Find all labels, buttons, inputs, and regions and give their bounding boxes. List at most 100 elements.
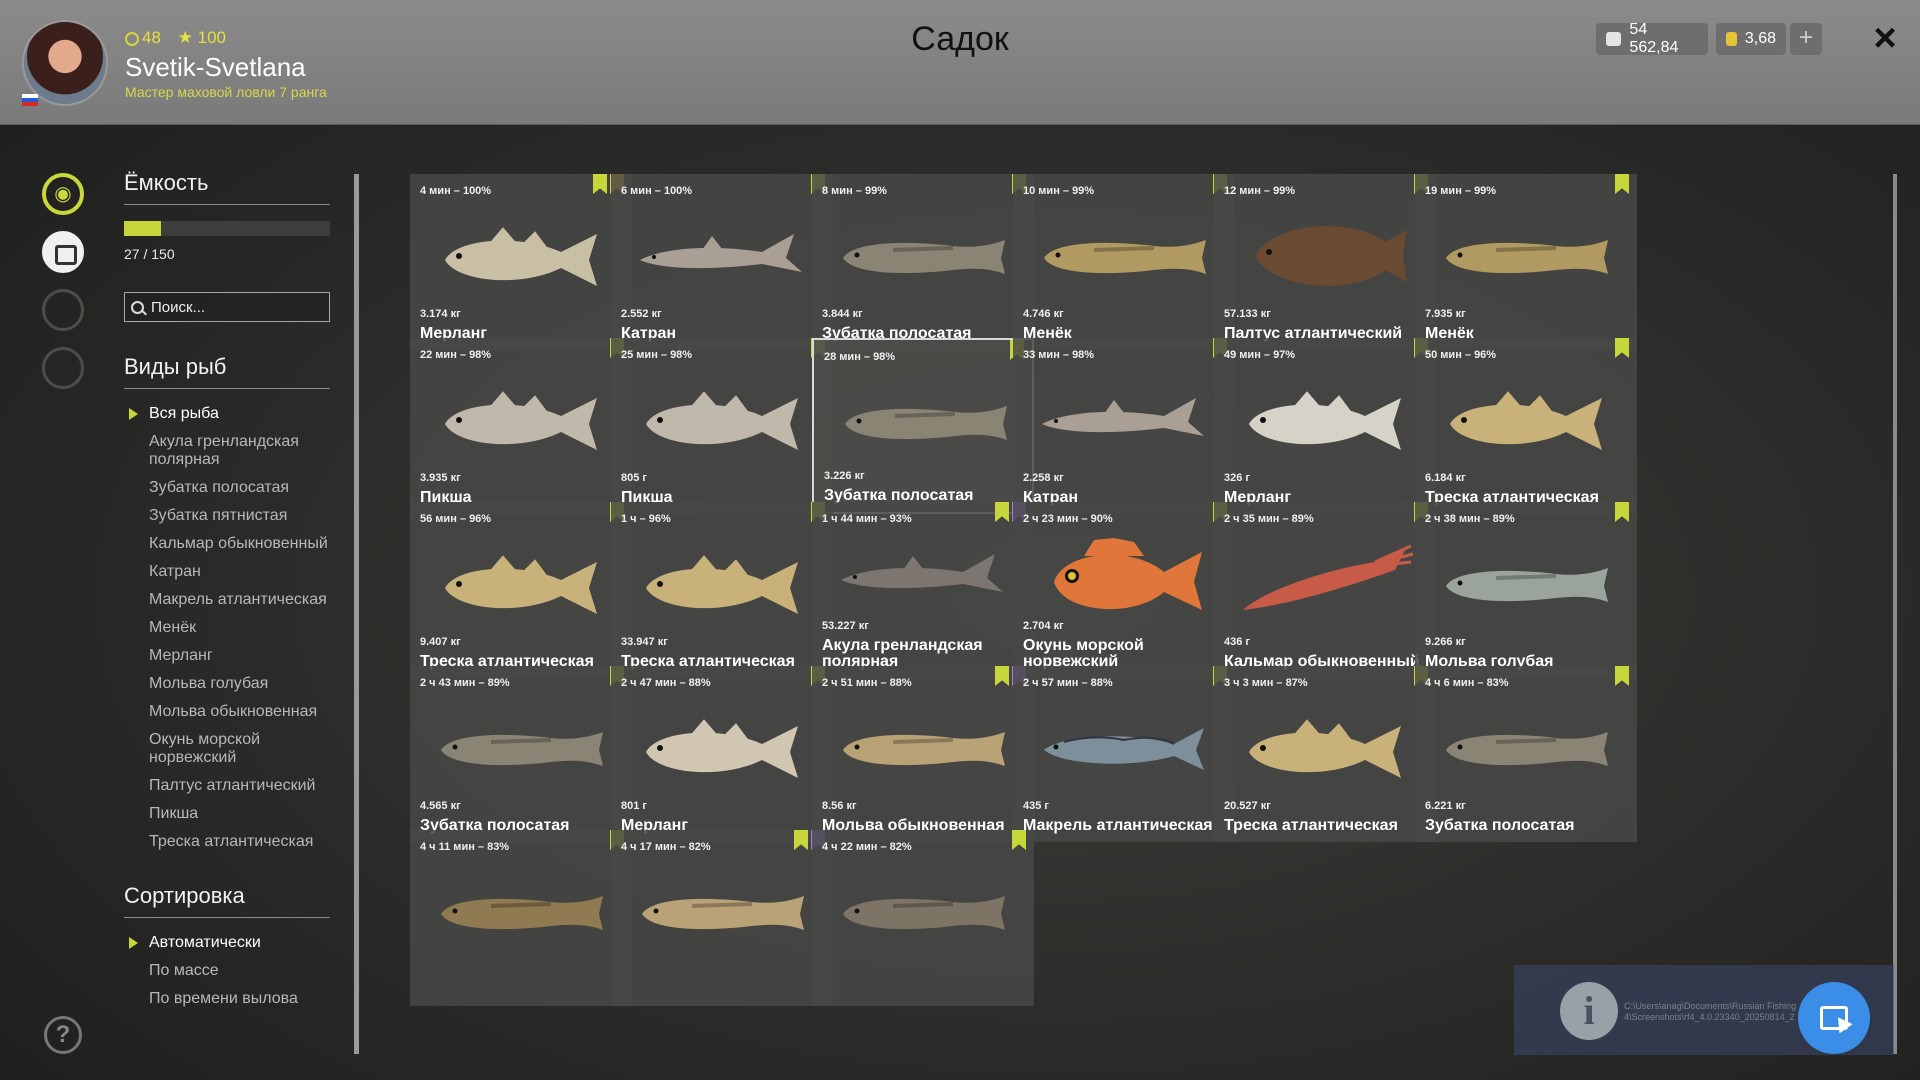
fish-image <box>646 719 798 778</box>
fish-name: Макрель атлантическая <box>1023 817 1213 834</box>
species-item[interactable]: Макрель атлантическая <box>124 591 330 609</box>
catch-time: 4 ч 22 мин – 82% <box>822 841 912 853</box>
sort-item[interactable]: Автоматически <box>124 934 330 952</box>
fish-card[interactable]: 4 ч 22 мин – 82% <box>812 830 1034 1006</box>
fish-image <box>646 391 798 450</box>
catch-time: 49 мин – 97% <box>1224 349 1296 361</box>
fish-image <box>1446 568 1608 602</box>
fish-card[interactable]: 1 ч – 96% 33.947 кг Треска атлантическая <box>611 502 833 678</box>
fish-image <box>1446 240 1608 274</box>
fish-card[interactable]: 2 ч 57 мин – 88% 435 г Макрель атлантичес… <box>1013 666 1235 842</box>
gold-value: 3,68 <box>1744 30 1776 47</box>
fish-card[interactable]: 4 ч 6 мин – 83% 6.221 кг Зубатка полосата… <box>1415 666 1637 842</box>
fish-weight: 6.184 кг <box>1425 472 1466 484</box>
catch-time: 33 мин – 98% <box>1023 349 1095 361</box>
gold-coin-icon <box>1726 32 1737 46</box>
fish-card[interactable]: 19 мин – 99% 7.935 кг Менёк <box>1415 174 1637 350</box>
keepnet-icon[interactable] <box>42 231 84 273</box>
species-item[interactable]: Мольва голубая <box>124 675 330 693</box>
catch-time: 6 мин – 100% <box>621 185 693 197</box>
fish-image <box>845 406 1007 440</box>
species-item[interactable]: Палтус атлантический <box>124 777 330 795</box>
fish-card[interactable]: 33 мин – 98% 2.258 кг Катран <box>1013 338 1235 514</box>
species-item[interactable]: Окунь морской норвежский <box>124 731 330 767</box>
capacity-text: 27 / 150 <box>124 246 175 262</box>
fish-card[interactable]: 50 мин – 96% 6.184 кг Треска атлантическа… <box>1415 338 1637 514</box>
fish-weight: 4.746 кг <box>1023 308 1064 320</box>
fish-card[interactable]: 8 мин – 99% 3.844 кг Зубатка полосатая <box>812 174 1034 350</box>
house-icon[interactable] <box>42 347 84 389</box>
species-title: Виды рыб <box>124 354 330 389</box>
species-item[interactable]: Катран <box>124 563 330 581</box>
fish-image <box>441 896 603 930</box>
species-item[interactable]: Зубатка пятнистая <box>124 507 330 525</box>
fish-card[interactable]: 49 мин – 97% 326 г Мерланг <box>1214 338 1436 514</box>
fish-card[interactable]: 25 мин – 98% 805 г Пикша <box>611 338 833 514</box>
fish-card[interactable]: 2 ч 51 мин – 88% 8.56 кг Мольва обыкновен… <box>812 666 1034 842</box>
species-item[interactable]: Мерланг <box>124 647 330 665</box>
search-input[interactable]: Поиск... <box>124 292 330 322</box>
gold-balance: 3,68 <box>1716 23 1786 55</box>
fish-image <box>441 732 603 766</box>
fish-card[interactable]: 10 мин – 99% 4.746 кг Менёк <box>1013 174 1235 350</box>
sort-label: По массе <box>149 962 219 979</box>
species-item[interactable]: Кальмар обыкновенный <box>124 535 330 553</box>
species-item[interactable]: Акула гренландская полярная <box>124 433 330 469</box>
sort-item[interactable]: По массе <box>124 962 330 980</box>
green-bookmark-icon <box>1615 338 1629 358</box>
fish-card[interactable]: 2 ч 43 мин – 89% 4.565 кг Зубатка полосат… <box>410 666 632 842</box>
fish-card[interactable]: 56 мин – 96% 9.407 кг Треска атлантическа… <box>410 502 632 678</box>
screenshot-path: C:\Users\anag\Documents\Russian Fishing … <box>1624 1001 1797 1022</box>
filter-panel: Ёмкость 27 / 150 Поиск... Виды рыб Вся р… <box>124 170 330 1018</box>
species-item[interactable]: Мольва обыкновенная <box>124 703 330 721</box>
add-currency-button[interactable]: + <box>1790 23 1822 55</box>
species-item[interactable]: Пикша <box>124 805 330 823</box>
species-label: Зубатка пятнистая <box>149 507 288 524</box>
species-item[interactable]: Менёк <box>124 619 330 637</box>
fish-icon[interactable]: ◉ <box>42 173 84 215</box>
fish-card[interactable]: 4 ч 11 мин – 83% <box>410 830 632 1006</box>
fish-weight: 326 г <box>1224 472 1250 484</box>
home-icon[interactable] <box>42 289 84 331</box>
species-item[interactable]: Треска атлантическая <box>124 833 330 851</box>
catch-time: 4 мин – 100% <box>420 185 492 197</box>
close-button[interactable]: × <box>1865 18 1905 58</box>
fish-card[interactable]: 12 мин – 99% 57.133 кг Палтус атлантическ… <box>1214 174 1436 350</box>
species-label: Мольва голубая <box>149 675 269 692</box>
species-label: Палтус атлантический <box>149 777 316 794</box>
fish-card[interactable]: 2 ч 35 мин – 89% 436 г Кальмар обыкновенн… <box>1214 502 1436 678</box>
fish-card[interactable]: 28 мин – 98% 3.226 кг Зубатка полосатая <box>812 338 1034 514</box>
fish-card[interactable]: 4 ч 17 мин – 82% <box>611 830 833 1006</box>
catch-time: 12 мин – 99% <box>1224 185 1296 197</box>
sidebar-scrollbar[interactable] <box>354 174 359 1054</box>
fish-weight: 53.227 кг <box>822 620 869 632</box>
fish-card[interactable]: 2 ч 38 мин – 89% 9.266 кг Мольва голубая <box>1415 502 1637 678</box>
fish-weight: 7.935 кг <box>1425 308 1466 320</box>
fish-card[interactable]: 1 ч 44 мин – 93% 53.227 кг Акула гренланд… <box>812 502 1034 678</box>
fish-image <box>1446 732 1608 766</box>
fish-card[interactable]: 4 мин – 100% 3.174 кг Мерланг <box>410 174 632 350</box>
green-bookmark-icon <box>1012 830 1026 850</box>
fish-card[interactable]: 22 мин – 98% 3.935 кг Пикша <box>410 338 632 514</box>
fish-weight: 4.565 кг <box>420 800 461 812</box>
selected-triangle-icon <box>129 408 138 420</box>
fish-weight: 2.704 кг <box>1023 620 1064 632</box>
fish-card[interactable]: 2 ч 23 мин – 90% 2.704 кг Окунь морской н… <box>1013 502 1235 678</box>
fish-weight: 3.226 кг <box>824 470 865 482</box>
fish-card[interactable]: 3 ч 3 мин – 87% 20.527 кг Треска атлантич… <box>1214 666 1436 842</box>
rank-text: Мастер маховой ловли 7 ранга <box>125 84 327 100</box>
sort-item[interactable]: По времени вылова <box>124 990 330 1008</box>
fish-card[interactable]: 6 мин – 100% 2.552 кг Катран <box>611 174 833 350</box>
species-item[interactable]: Зубатка полосатая <box>124 479 330 497</box>
pointer-button-icon[interactable] <box>1798 982 1870 1054</box>
fish-weight: 8.56 кг <box>822 800 857 812</box>
catch-time: 2 ч 38 мин – 89% <box>1425 513 1515 525</box>
fish-image <box>1249 719 1401 778</box>
catch-time: 2 ч 43 мин – 89% <box>420 677 510 689</box>
help-icon[interactable]: ? <box>44 1016 82 1054</box>
fish-card[interactable]: 2 ч 47 мин – 88% 801 г Мерланг <box>611 666 833 842</box>
species-label: Макрель атлантическая <box>149 591 327 608</box>
species-item[interactable]: Вся рыба <box>124 405 330 423</box>
grid-scrollbar[interactable] <box>1893 174 1897 1054</box>
green-bookmark-icon <box>1615 502 1629 522</box>
